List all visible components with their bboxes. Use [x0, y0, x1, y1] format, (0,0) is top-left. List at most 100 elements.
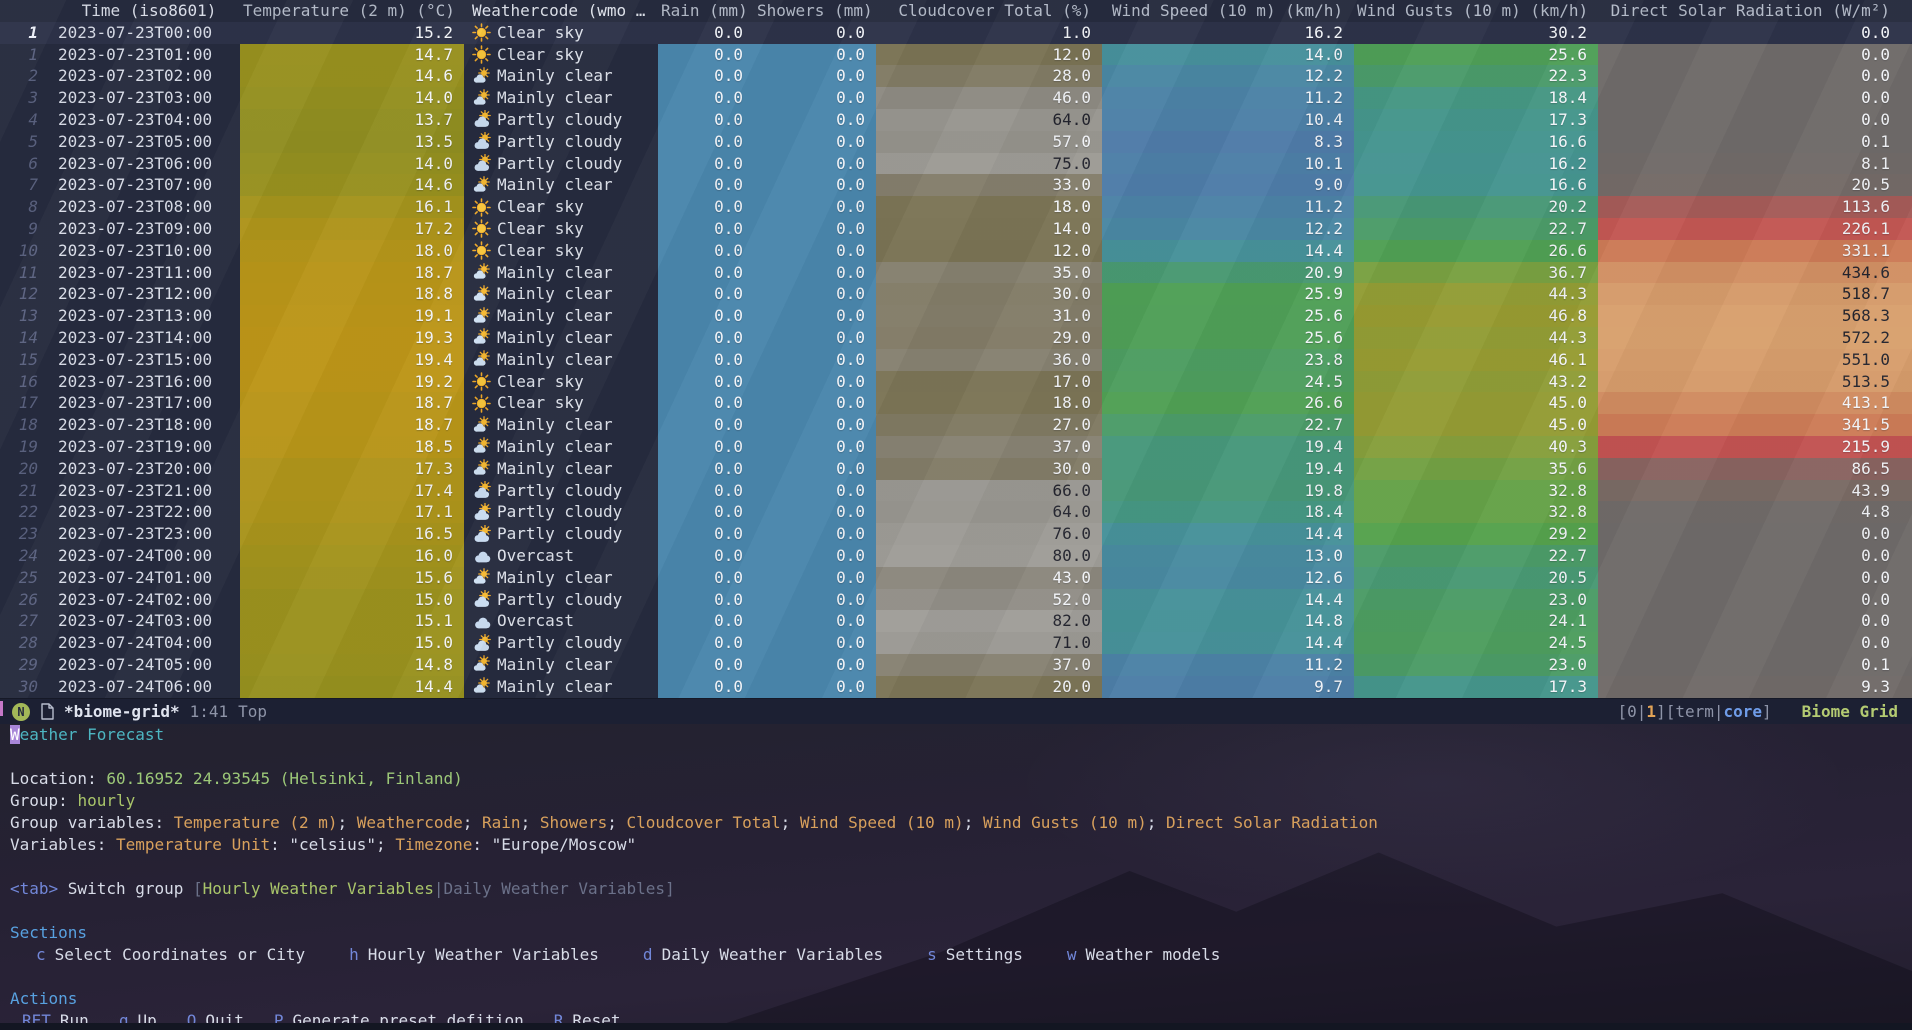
cell-rain[interactable]: 0.0	[658, 523, 754, 545]
table-row[interactable]: 92023-07-23T09:0017.2Clear sky0.00.014.0…	[0, 218, 1912, 240]
cell-rain[interactable]: 0.0	[658, 87, 754, 109]
cell-time[interactable]: 2023-07-23T10:00	[52, 240, 240, 262]
cell-solar-radiation[interactable]: 4.8	[1598, 501, 1912, 523]
cell-cloudcover[interactable]: 80.0	[876, 545, 1102, 567]
cell-cloudcover[interactable]: 37.0	[876, 654, 1102, 676]
cell-wind-gusts[interactable]: 32.8	[1354, 480, 1598, 502]
cell-time[interactable]: 2023-07-23T09:00	[52, 218, 240, 240]
cell-cloudcover[interactable]: 75.0	[876, 153, 1102, 175]
cell-cloudcover[interactable]: 27.0	[876, 414, 1102, 436]
table-row[interactable]: 42023-07-23T04:0013.7Partly cloudy0.00.0…	[0, 109, 1912, 131]
cell-wind-gusts[interactable]: 30.2	[1354, 22, 1598, 44]
cell-showers[interactable]: 0.0	[754, 436, 876, 458]
cell-time[interactable]: 2023-07-23T14:00	[52, 327, 240, 349]
section-settings[interactable]: sSettings	[927, 944, 1023, 966]
action-quit[interactable]: QQuit	[187, 1010, 244, 1023]
cell-time[interactable]: 2023-07-23T13:00	[52, 305, 240, 327]
cell-wind-speed[interactable]: 8.3	[1102, 131, 1354, 153]
cell-wind-gusts[interactable]: 16.6	[1354, 131, 1598, 153]
cell-solar-radiation[interactable]: 518.7	[1598, 283, 1912, 305]
cell-temperature[interactable]: 17.4	[240, 480, 464, 502]
cell-cloudcover[interactable]: 12.0	[876, 44, 1102, 66]
cell-time[interactable]: 2023-07-23T00:00	[52, 22, 240, 44]
cell-weathercode[interactable]: Mainly clear	[464, 654, 658, 676]
cell-rain[interactable]: 0.0	[658, 349, 754, 371]
cell-weathercode[interactable]: Clear sky	[464, 240, 658, 262]
table-row[interactable]: 122023-07-23T12:0018.8Mainly clear0.00.0…	[0, 283, 1912, 305]
cell-showers[interactable]: 0.0	[754, 458, 876, 480]
cell-rain[interactable]: 0.0	[658, 131, 754, 153]
cell-showers[interactable]: 0.0	[754, 283, 876, 305]
cell-cloudcover[interactable]: 43.0	[876, 567, 1102, 589]
table-row[interactable]: 302023-07-24T06:0014.4Mainly clear0.00.0…	[0, 676, 1912, 698]
cell-temperature[interactable]: 14.6	[240, 65, 464, 87]
table-row[interactable]: 62023-07-23T06:0014.0Partly cloudy0.00.0…	[0, 153, 1912, 175]
cell-time[interactable]: 2023-07-23T05:00	[52, 131, 240, 153]
cell-wind-speed[interactable]: 14.4	[1102, 589, 1354, 611]
cell-showers[interactable]: 0.0	[754, 545, 876, 567]
cell-solar-radiation[interactable]: 43.9	[1598, 480, 1912, 502]
cell-solar-radiation[interactable]: 86.5	[1598, 458, 1912, 480]
cell-wind-speed[interactable]: 25.6	[1102, 305, 1354, 327]
cell-temperature[interactable]: 19.1	[240, 305, 464, 327]
cell-weathercode[interactable]: Partly cloudy	[464, 131, 658, 153]
cell-temperature[interactable]: 14.8	[240, 654, 464, 676]
cell-wind-speed[interactable]: 16.2	[1102, 22, 1354, 44]
cell-time[interactable]: 2023-07-23T18:00	[52, 414, 240, 436]
cell-time[interactable]: 2023-07-24T05:00	[52, 654, 240, 676]
cell-time[interactable]: 2023-07-24T02:00	[52, 589, 240, 611]
cell-rain[interactable]: 0.0	[658, 436, 754, 458]
cell-wind-speed[interactable]: 11.2	[1102, 196, 1354, 218]
section-select-coordinates-or-city[interactable]: cSelect Coordinates or City	[36, 944, 305, 966]
cell-temperature[interactable]: 15.0	[240, 632, 464, 654]
cell-showers[interactable]: 0.0	[754, 371, 876, 393]
table-row[interactable]: 282023-07-24T04:0015.0Partly cloudy0.00.…	[0, 632, 1912, 654]
cell-showers[interactable]: 0.0	[754, 305, 876, 327]
cell-weathercode[interactable]: Clear sky	[464, 22, 658, 44]
cell-solar-radiation[interactable]: 551.0	[1598, 349, 1912, 371]
table-row[interactable]: 192023-07-23T19:0018.5Mainly clear0.00.0…	[0, 436, 1912, 458]
cell-rain[interactable]: 0.0	[658, 262, 754, 284]
cell-showers[interactable]: 0.0	[754, 501, 876, 523]
cell-weathercode[interactable]: Mainly clear	[464, 305, 658, 327]
cell-cloudcover[interactable]: 66.0	[876, 480, 1102, 502]
section-hourly-weather-variables[interactable]: hHourly Weather Variables	[349, 944, 599, 966]
cell-cloudcover[interactable]: 18.0	[876, 392, 1102, 414]
cell-time[interactable]: 2023-07-23T11:00	[52, 262, 240, 284]
cell-cloudcover[interactable]: 18.0	[876, 196, 1102, 218]
cell-solar-radiation[interactable]: 0.0	[1598, 523, 1912, 545]
cell-cloudcover[interactable]: 30.0	[876, 283, 1102, 305]
cell-solar-radiation[interactable]: 413.1	[1598, 392, 1912, 414]
cell-wind-speed[interactable]: 20.9	[1102, 262, 1354, 284]
cell-wind-speed[interactable]: 23.8	[1102, 349, 1354, 371]
cell-wind-speed[interactable]: 11.2	[1102, 87, 1354, 109]
cell-temperature[interactable]: 16.5	[240, 523, 464, 545]
cell-showers[interactable]: 0.0	[754, 174, 876, 196]
cell-rain[interactable]: 0.0	[658, 283, 754, 305]
table-row[interactable]: 32023-07-23T03:0014.0Mainly clear0.00.04…	[0, 87, 1912, 109]
cell-temperature[interactable]: 18.7	[240, 392, 464, 414]
cell-wind-gusts[interactable]: 20.5	[1354, 567, 1598, 589]
cell-temperature[interactable]: 13.5	[240, 131, 464, 153]
cell-wind-speed[interactable]: 11.2	[1102, 654, 1354, 676]
cell-wind-gusts[interactable]: 32.8	[1354, 501, 1598, 523]
cell-cloudcover[interactable]: 57.0	[876, 131, 1102, 153]
cell-time[interactable]: 2023-07-24T00:00	[52, 545, 240, 567]
cell-cloudcover[interactable]: 20.0	[876, 676, 1102, 698]
cell-temperature[interactable]: 17.1	[240, 501, 464, 523]
cell-rain[interactable]: 0.0	[658, 305, 754, 327]
table-row[interactable]: 172023-07-23T17:0018.7Clear sky0.00.018.…	[0, 392, 1912, 414]
cell-wind-gusts[interactable]: 43.2	[1354, 371, 1598, 393]
cell-rain[interactable]: 0.0	[658, 654, 754, 676]
cell-showers[interactable]: 0.0	[754, 523, 876, 545]
cell-time[interactable]: 2023-07-24T06:00	[52, 676, 240, 698]
cell-temperature[interactable]: 15.1	[240, 610, 464, 632]
cell-showers[interactable]: 0.0	[754, 327, 876, 349]
cell-wind-gusts[interactable]: 17.3	[1354, 676, 1598, 698]
cell-temperature[interactable]: 14.6	[240, 174, 464, 196]
cell-wind-speed[interactable]: 14.4	[1102, 523, 1354, 545]
cell-cloudcover[interactable]: 76.0	[876, 523, 1102, 545]
cell-wind-gusts[interactable]: 16.6	[1354, 174, 1598, 196]
tab-key-hint[interactable]: <tab>	[10, 879, 68, 898]
cell-showers[interactable]: 0.0	[754, 480, 876, 502]
